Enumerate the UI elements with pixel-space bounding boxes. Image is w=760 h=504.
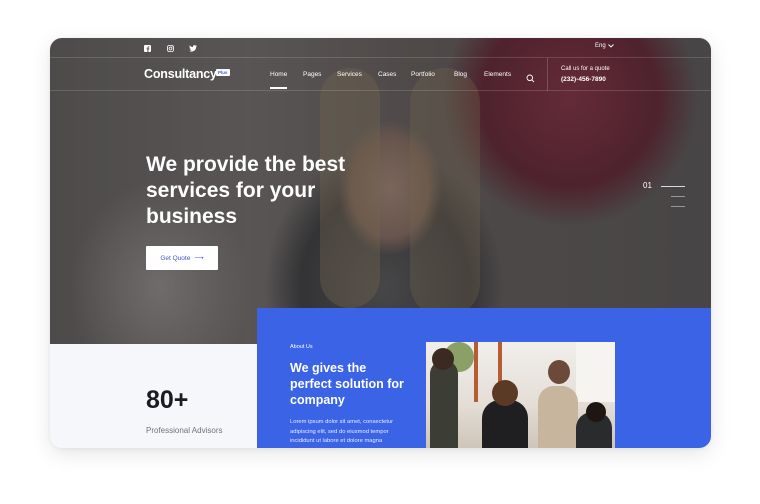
slide-indicator[interactable] bbox=[671, 196, 685, 197]
facebook-icon[interactable] bbox=[142, 44, 152, 53]
instagram-icon[interactable] bbox=[165, 44, 175, 53]
stats-panel: 80+ Professional Advisors bbox=[50, 344, 257, 448]
hero-headline: We provide the best services for your bu… bbox=[146, 153, 346, 228]
nav-divider bbox=[547, 58, 548, 91]
logo-badge: Plus bbox=[216, 69, 230, 76]
top-bar: Eng bbox=[50, 38, 711, 58]
language-selector[interactable]: Eng bbox=[595, 43, 614, 49]
call-label: Call us for a quote bbox=[561, 66, 610, 72]
nav-item-cases[interactable]: Cases bbox=[378, 71, 396, 78]
main-navigation: Consultancy Plus Home Pages Services Cas… bbox=[50, 58, 711, 91]
about-title: We gives the perfect solution for compan… bbox=[290, 361, 404, 407]
stat-value: 80+ bbox=[146, 386, 189, 414]
nav-item-services[interactable]: Services bbox=[337, 71, 362, 78]
website-window: Eng Consultancy Plus Home Pages Services… bbox=[50, 38, 711, 448]
about-eyebrow: About Us bbox=[290, 344, 313, 350]
call-number[interactable]: (232)-456-7890 bbox=[561, 76, 606, 83]
nav-item-portfolio[interactable]: Portfolio bbox=[411, 71, 435, 78]
slide-number: 01 bbox=[643, 181, 652, 190]
nav-item-home[interactable]: Home bbox=[270, 71, 288, 89]
screenshot-stage: Eng Consultancy Plus Home Pages Services… bbox=[0, 0, 760, 504]
team-photo bbox=[426, 342, 615, 448]
nav-item-pages[interactable]: Pages bbox=[303, 71, 321, 78]
nav-item-elements[interactable]: Elements bbox=[484, 71, 511, 78]
search-icon[interactable] bbox=[526, 70, 535, 83]
chevron-down-icon bbox=[607, 44, 614, 48]
slide-indicator-active[interactable] bbox=[661, 186, 685, 187]
arrow-right-icon: ⟶ bbox=[194, 255, 204, 262]
get-quote-label: Get Quote bbox=[160, 254, 191, 262]
stat-label: Professional Advisors bbox=[146, 426, 223, 435]
about-section: About Us We gives the perfect solution f… bbox=[257, 308, 711, 448]
slide-indicator[interactable] bbox=[671, 206, 685, 207]
language-label: Eng bbox=[595, 43, 606, 49]
nav-item-blog[interactable]: Blog bbox=[454, 71, 467, 78]
get-quote-button[interactable]: Get Quote ⟶ bbox=[146, 246, 218, 270]
hero-section: Eng Consultancy Plus Home Pages Services… bbox=[50, 38, 711, 344]
about-body: Lorem ipsum dolor sit amet, consectetur … bbox=[290, 419, 394, 444]
site-logo[interactable]: Consultancy bbox=[144, 67, 217, 81]
twitter-icon[interactable] bbox=[188, 44, 198, 53]
